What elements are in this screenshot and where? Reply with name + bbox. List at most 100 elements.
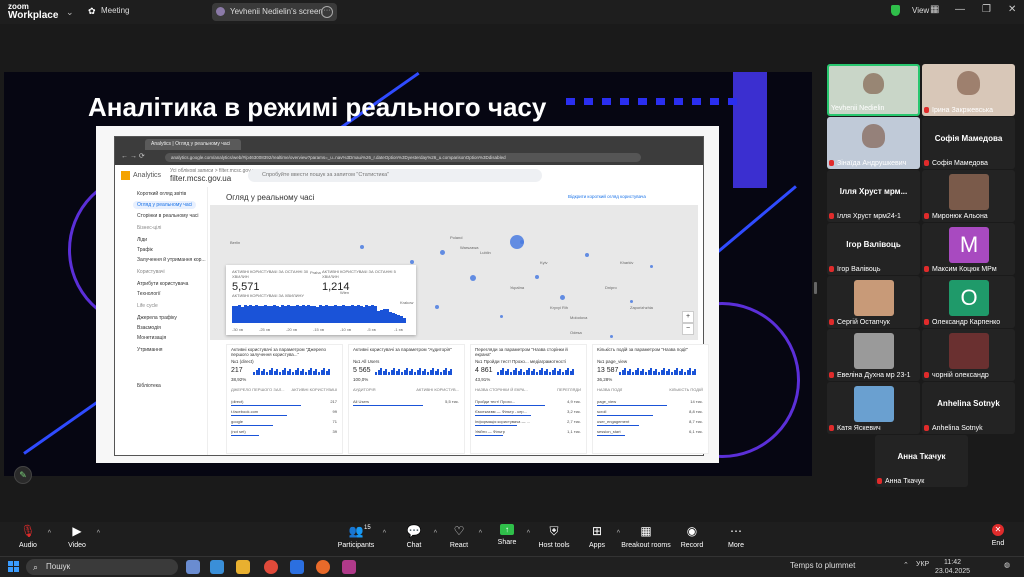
participant-tile[interactable]: Ірина Закржевська: [922, 64, 1015, 116]
map-marker: [435, 305, 439, 309]
panel-row-label: Інформація користувача — ...: [475, 419, 530, 424]
meeting-info-icon[interactable]: ✿: [88, 6, 96, 17]
participant-name: Олександр Карпенко: [932, 319, 1001, 326]
participant-tile[interactable]: Софія Мамедова Софія Мамедова: [922, 117, 1015, 169]
app-icon[interactable]: [342, 560, 356, 574]
panel-row-bar: [475, 415, 531, 416]
map-label: Kryvyi Rih: [550, 305, 569, 310]
participant-name: Yevhenii Nedielin: [831, 105, 885, 112]
panel-top-percent: 100,0%: [353, 377, 369, 382]
chrome-app-icon[interactable]: [264, 560, 278, 574]
panel-row: page_view 14 тис.: [597, 399, 703, 406]
view-grid-icon[interactable]: ▦: [930, 4, 939, 15]
sidebar-item: Утримання: [137, 347, 163, 353]
record-label: Record: [680, 542, 704, 549]
copilot-app-icon[interactable]: [186, 560, 200, 574]
card-axis-label: -20 хв: [286, 327, 298, 332]
sidebar-item: Користувачі: [137, 269, 165, 275]
participant-tile[interactable]: Ілля Хруст мрм... Ілля Хруст мрм24-1: [827, 170, 920, 222]
map-label: Praha: [310, 270, 321, 275]
audio-button[interactable]: 🎙 Audio ^: [3, 524, 53, 549]
explorer-app-icon[interactable]: [236, 560, 250, 574]
participant-tile[interactable]: Yevhenii Nedielin: [827, 64, 920, 116]
minimize-icon[interactable]: —: [955, 4, 965, 15]
participant-tile[interactable]: Зінаїда Андрушкевич: [827, 117, 920, 169]
browser-tab: Analytics | Огляд у реальному часі: [145, 139, 241, 150]
tray-icons[interactable]: ⌃: [903, 561, 909, 569]
chevron-up-icon[interactable]: ^: [383, 530, 386, 537]
participant-tile[interactable]: M Максим Коцюк МРм: [922, 223, 1015, 275]
panel-row: Увійти — Фільтр 1,1 тис.: [475, 429, 581, 436]
view-button[interactable]: View: [912, 6, 929, 15]
panel-resize-handle[interactable]: [814, 282, 817, 294]
meeting-label[interactable]: Meeting: [101, 6, 129, 15]
taskbar-search[interactable]: ⌕ Пошук: [26, 559, 178, 575]
panel-row-label: Пройди тест! Прохо...: [475, 399, 516, 404]
panel-row-bar: [597, 425, 639, 426]
panel-row: scroll 8,8 тис.: [597, 409, 703, 416]
participant-tile[interactable]: Анна Ткачук Анна Ткачук: [875, 435, 968, 487]
participant-name: Ірина Закржевська: [932, 107, 994, 114]
language-indicator[interactable]: УКР: [916, 561, 929, 568]
panel-row-value: 8,7 тис.: [689, 419, 703, 424]
mic-muted-icon: [877, 478, 882, 484]
annotate-pencil-icon[interactable]: ✎: [14, 466, 32, 484]
panel-row-bar: [597, 405, 667, 406]
chevron-up-icon[interactable]: ^: [48, 530, 51, 537]
more-options-icon[interactable]: ···: [321, 6, 333, 18]
panel-columns: ДЖЕРЕЛО ПЕРШОГО ЗАЛ... АКТИВНІ КОРИСТУВАЧ…: [231, 387, 337, 392]
sidebar-item: Монетизація: [137, 335, 167, 341]
participant-tile[interactable]: Миронюк Альона: [922, 170, 1015, 222]
sidebar-item: Life cycle: [137, 303, 158, 309]
panel-row-value: 5,5 тис.: [445, 399, 459, 404]
participant-tile[interactable]: Евеліна Духна мр 23-1: [827, 329, 920, 381]
participant-tile[interactable]: Катя Яскевич: [827, 382, 920, 434]
mic-muted-icon: [924, 160, 929, 166]
participant-name: чорній олександр: [932, 372, 989, 379]
end-button[interactable]: ✕ End: [973, 524, 1023, 547]
edge-app-icon[interactable]: [210, 560, 224, 574]
chevron-down-icon[interactable]: ⌄: [66, 7, 74, 18]
windows-start-icon[interactable]: [8, 561, 20, 573]
security-shield-icon[interactable]: [891, 5, 900, 16]
participant-avatar: O: [949, 280, 989, 316]
screen-share-pill[interactable]: Yevhenii Nedielin's screen ···: [212, 3, 337, 21]
panel-row-label: session_start: [597, 429, 621, 434]
ga-sidebar: Короткий огляд звітів Огляд у реальному ч…: [115, 187, 208, 455]
zoom-app-icon[interactable]: [290, 560, 304, 574]
map-label: Odesa: [570, 330, 582, 335]
panel-row-value: 99: [332, 409, 337, 414]
close-icon[interactable]: ✕: [1008, 4, 1016, 15]
participants-button[interactable]: 👥 Participants 15 ^: [330, 524, 386, 549]
mic-muted-icon: [924, 266, 929, 272]
panel-row: (not set) 39: [231, 429, 337, 436]
map-marker: [500, 315, 503, 318]
participant-tile[interactable]: чорній олександр: [922, 329, 1015, 381]
record-button[interactable]: ◉ Record: [667, 524, 717, 549]
participant-tile[interactable]: O Олександр Карпенко: [922, 276, 1015, 328]
participant-tile[interactable]: Ігор Валівоць Ігор Валівоць: [827, 223, 920, 275]
participant-tile[interactable]: Сергій Остапчук: [827, 276, 920, 328]
notifications-icon[interactable]: ◍: [1004, 561, 1010, 569]
rt-link: Відкрити короткий огляд користувача: [568, 194, 646, 199]
react-button[interactable]: ♡ React ^: [434, 524, 484, 549]
participant-tile[interactable]: Anhelina Sotnyk Anhelina Sotnyk: [922, 382, 1015, 434]
taskbar-clock[interactable]: 11:42 23.04.2025: [935, 558, 970, 576]
meeting-toolbar: 🎙 Audio ^ ▶ Video ^ 👥 Participants 15 ^ 💬 Chat ^ …: [0, 522, 1024, 556]
video-button[interactable]: ▶ Video ^: [52, 524, 102, 549]
chat-button[interactable]: 💬 Chat ^: [389, 524, 439, 549]
firefox-app-icon[interactable]: [316, 560, 330, 574]
apps-button[interactable]: ⊞ Apps ^: [572, 524, 622, 549]
more-button[interactable]: ⋯ More: [711, 524, 761, 549]
share-button[interactable]: ↑ Share ^: [482, 524, 532, 546]
map-marker: [410, 260, 414, 264]
share-title: Yevhenii Nedielin's screen: [230, 7, 323, 16]
breakout-rooms-button[interactable]: ▦ Breakout rooms: [618, 524, 674, 549]
panel-row: google 71: [231, 419, 337, 426]
chevron-up-icon[interactable]: ^: [97, 530, 100, 537]
weather-widget[interactable]: Temps to plummet: [790, 561, 855, 570]
restore-icon[interactable]: ❐: [982, 4, 991, 15]
participant-display-name: Анна Ткачук: [897, 452, 946, 461]
address-bar: ← → ⟳ analytics.google.com/analytics/web…: [115, 150, 703, 165]
browser-tab-strip: Analytics | Огляд у реальному часі: [115, 137, 703, 150]
